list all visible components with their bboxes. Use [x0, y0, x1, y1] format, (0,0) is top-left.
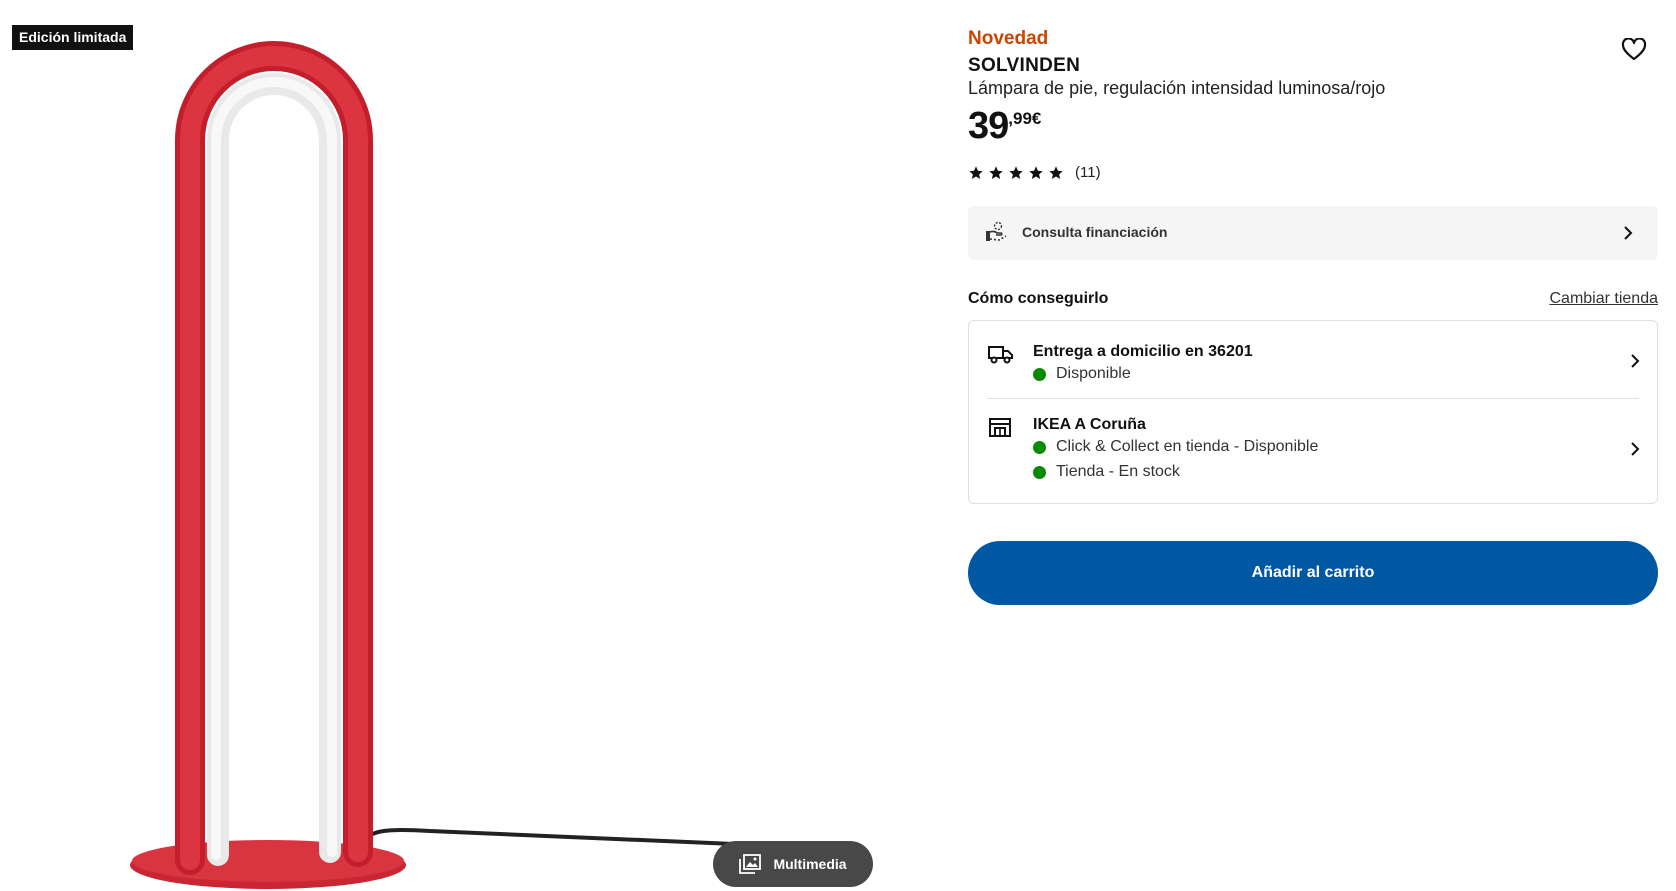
- star-icon: [1029, 165, 1043, 179]
- rating-count: (11): [1075, 164, 1101, 181]
- star-icon: [1009, 165, 1023, 179]
- store-icon: [987, 416, 1013, 443]
- price-decimal: ,99€: [1008, 109, 1042, 128]
- multimedia-label: Multimedia: [773, 856, 847, 872]
- delivery-status-text: Disponible: [1056, 365, 1131, 382]
- price-integer: 39: [968, 105, 1009, 147]
- how-to-get-title: Cómo conseguirlo: [968, 290, 1109, 307]
- delivery-title: Entrega a domicilio en 36201: [1033, 343, 1253, 360]
- star-icon: [989, 165, 1003, 179]
- product-image[interactable]: [0, 0, 880, 891]
- star-icon: [1049, 165, 1063, 179]
- gallery-icon: [739, 854, 762, 874]
- truck-icon: [987, 343, 1015, 370]
- favorite-button[interactable]: [1621, 37, 1647, 62]
- financing-label: Consulta financiación: [1022, 224, 1168, 240]
- rating[interactable]: (11): [968, 164, 1101, 181]
- availability-box: Entrega a domicilio en 36201 Disponible …: [968, 320, 1658, 504]
- heart-icon: [1621, 37, 1647, 61]
- product-info-panel: Novedad SOLVINDEN Lámpara de pie, regula…: [968, 0, 1658, 891]
- product-description: Lámpara de pie, regulación intensidad lu…: [968, 78, 1386, 98]
- delivery-option[interactable]: Entrega a domicilio en 36201 Disponible: [969, 321, 1657, 398]
- price: 39 ,99€: [968, 104, 1041, 148]
- available-dot: [1033, 367, 1046, 381]
- store-status-2: Tienda - En stock: [1033, 463, 1180, 481]
- store-status-1-text: Click & Collect en tienda - Disponible: [1056, 438, 1319, 455]
- chevron-right-icon: [1624, 226, 1633, 240]
- limited-edition-badge: Edición limitada: [12, 25, 134, 50]
- multimedia-button[interactable]: Multimedia: [713, 841, 873, 887]
- financing-row[interactable]: Consulta financiación: [968, 206, 1658, 260]
- store-title: IKEA A Coruña: [1033, 416, 1146, 433]
- star-icon: [969, 165, 983, 179]
- available-dot: [1033, 440, 1046, 454]
- new-tag: Novedad: [968, 28, 1049, 49]
- product-name: SOLVINDEN: [968, 55, 1081, 76]
- store-status-2-text: Tienda - En stock: [1056, 463, 1180, 480]
- store-status-1: Click & Collect en tienda - Disponible: [1033, 438, 1318, 456]
- in-stock-dot: [1033, 465, 1046, 479]
- delivery-status: Disponible: [1033, 365, 1131, 383]
- chevron-right-icon: [1631, 442, 1640, 456]
- chevron-right-icon: [1631, 354, 1640, 368]
- add-to-cart-button[interactable]: Añadir al carrito: [968, 541, 1658, 605]
- store-option[interactable]: IKEA A Coruña Click & Collect en tienda …: [969, 399, 1657, 503]
- change-store-link[interactable]: Cambiar tienda: [1550, 290, 1659, 308]
- financing-icon: [984, 221, 1008, 248]
